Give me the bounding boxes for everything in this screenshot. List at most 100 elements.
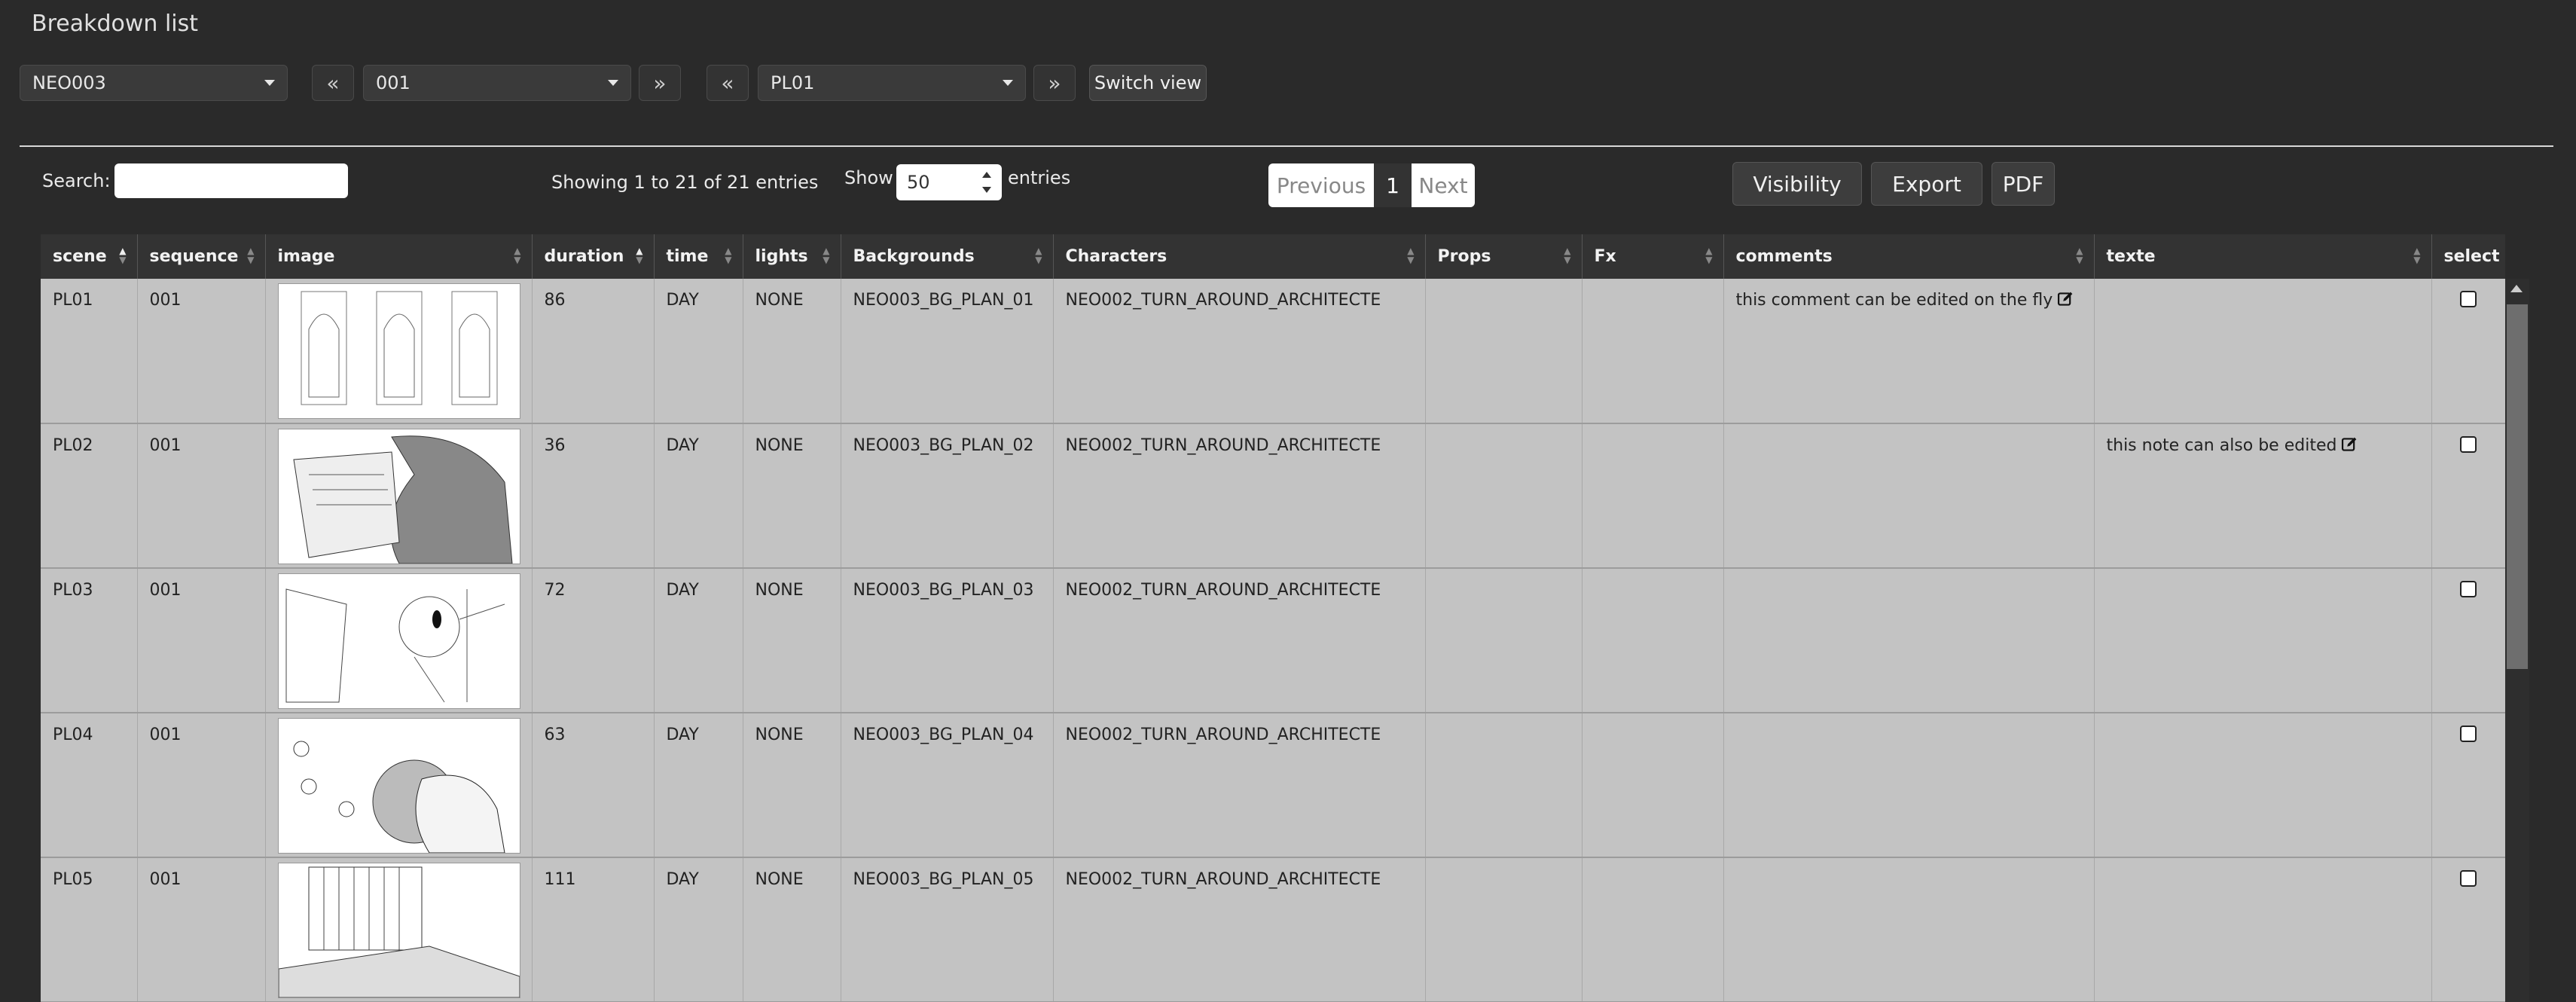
sequence-value: 001 [149,726,182,744]
backgrounds-value: NEO003_BG_PLAN_03 [853,581,1034,600]
search-label: Search: [42,170,111,191]
table-row[interactable]: PL05 001 111 DAY NONE NEO003_BG_PLAN_05 NEO002… [41,857,2505,1002]
pagination-next[interactable]: Next [1412,163,1475,207]
table-row[interactable]: PL02 001 36 DAY NONE NEO003_BG_PLAN_02 NEO002_… [41,423,2505,569]
cell-characters: NEO002_TURN_AROUND_ARCHITECTE [1053,857,1426,1002]
cell-texte [2094,279,2432,424]
pdf-button[interactable]: PDF [1992,162,2055,206]
row-select-checkbox[interactable] [2460,291,2477,307]
scene-value: PL01 [53,291,93,310]
cell-characters: NEO002_TURN_AROUND_ARCHITECTE [1053,423,1426,569]
cell-time: DAY [654,423,743,569]
time-value: DAY [666,726,699,744]
col-header-comments[interactable]: comments ▲ ▼ [1723,234,2095,279]
table-scrollbar-thumb[interactable] [2507,304,2528,669]
cell-time: DAY [654,713,743,858]
storyboard-thumbnail[interactable] [277,863,520,998]
cell-backgrounds: NEO003_BG_PLAN_05 [841,857,1054,1002]
cell-scene: PL03 [41,568,138,713]
visibility-button[interactable]: Visibility [1732,162,1862,206]
cell-sequence: 001 [137,279,266,424]
cell-props [1425,568,1583,713]
divider [20,145,2553,147]
col-header-fx[interactable]: Fx ▲ ▼ [1582,234,1724,279]
sequence-value: 001 [149,291,182,310]
comments-value[interactable]: this comment can be edited on the fly [1736,291,2053,310]
plan-next-button[interactable]: » [1033,65,1076,101]
row-select-checkbox[interactable] [2460,870,2477,887]
table-row[interactable]: PL01 001 86 DAY NONE NEO003_BG_PLAN_01 NEO002_… [41,279,2505,424]
project-select[interactable]: NEO003 [20,65,288,101]
storyboard-thumbnail[interactable] [277,718,520,854]
cell-lights: NONE [743,568,841,713]
sequence-select-value: 001 [376,72,411,93]
duration-value: 72 [544,581,566,600]
scroll-up-icon[interactable] [2510,285,2523,292]
cell-time: DAY [654,279,743,424]
row-select-checkbox[interactable] [2460,726,2477,742]
scene-value: PL03 [53,581,93,600]
plan-select[interactable]: PL01 [758,65,1026,101]
col-header-lights[interactable]: lights ▲ ▼ [743,234,841,279]
texte-value[interactable]: this note can also be edited [2107,436,2337,455]
table-header-row: scene ▲ ▼ sequence ▲ ▼ image ▲ ▼ duration ▲ ▼ ti… [41,234,2505,279]
sequence-next-button[interactable]: » [639,65,681,101]
col-header-scene[interactable]: scene ▲ ▼ [41,234,138,279]
cell-fx [1582,713,1724,858]
edit-icon[interactable] [2053,291,2074,310]
cell-backgrounds: NEO003_BG_PLAN_02 [841,423,1054,569]
edit-icon[interactable] [2336,436,2358,455]
sort-icon: ▲ ▼ [247,246,255,265]
pagination-page-1[interactable]: 1 [1374,163,1412,207]
storyboard-thumbnail[interactable] [277,429,520,564]
cell-scene: PL05 [41,857,138,1002]
table-row[interactable]: PL04 001 63 DAY NONE NEO003_BG_PLAN_04 NEO002_… [41,713,2505,858]
cell-lights: NONE [743,423,841,569]
table-row[interactable]: PL03 001 72 DAY NONE NEO003_BG_PLAN_03 NEO002_… [41,568,2505,713]
col-header-props[interactable]: Props ▲ ▼ [1425,234,1583,279]
cell-fx [1582,279,1724,424]
col-header-duration[interactable]: duration ▲ ▼ [532,234,655,279]
plan-select-value: PL01 [771,72,815,93]
sequence-value: 001 [149,436,182,455]
cell-texte [2094,857,2432,1002]
sort-asc-icon: ▲ ▼ [636,246,643,265]
cell-props [1425,857,1583,1002]
storyboard-thumbnail[interactable] [277,573,520,709]
pagination-previous[interactable]: Previous [1268,163,1374,207]
row-select-checkbox[interactable] [2460,581,2477,597]
entries-info: Showing 1 to 21 of 21 entries [551,172,819,193]
search-input[interactable] [114,163,348,198]
sequence-select[interactable]: 001 [363,65,631,101]
sequence-prev-button[interactable]: « [312,65,354,101]
scene-value: PL04 [53,726,93,744]
cell-comments [1723,713,2095,858]
switch-view-button[interactable]: Switch view [1089,65,1207,101]
col-header-sequence[interactable]: sequence ▲ ▼ [137,234,266,279]
scene-value: PL02 [53,436,93,455]
page-length-stepper[interactable]: 50 [896,164,1002,200]
cell-characters: NEO002_TURN_AROUND_ARCHITECTE [1053,568,1426,713]
col-header-texte[interactable]: texte ▲ ▼ [2094,234,2432,279]
page-title: Breakdown list [32,11,199,37]
cell-image [265,713,533,858]
row-select-checkbox[interactable] [2460,436,2477,453]
cell-props [1425,279,1583,424]
spinner-arrows-icon[interactable] [982,172,991,193]
col-header-image[interactable]: image ▲ ▼ [265,234,533,279]
duration-value: 63 [544,726,566,744]
backgrounds-value: NEO003_BG_PLAN_01 [853,291,1034,310]
cell-comments [1723,423,2095,569]
cell-fx [1582,857,1724,1002]
export-button[interactable]: Export [1871,162,1982,206]
col-header-time[interactable]: time ▲ ▼ [654,234,743,279]
col-header-characters[interactable]: Characters ▲ ▼ [1053,234,1426,279]
col-header-backgrounds[interactable]: Backgrounds ▲ ▼ [841,234,1054,279]
plan-prev-button[interactable]: « [707,65,749,101]
cell-fx [1582,423,1724,569]
pagination: Previous 1 Next [1268,163,1475,207]
sort-icon: ▲ ▼ [1035,246,1042,265]
storyboard-thumbnail[interactable] [277,283,520,419]
cell-comments [1723,568,2095,713]
cell-duration: 86 [532,279,655,424]
